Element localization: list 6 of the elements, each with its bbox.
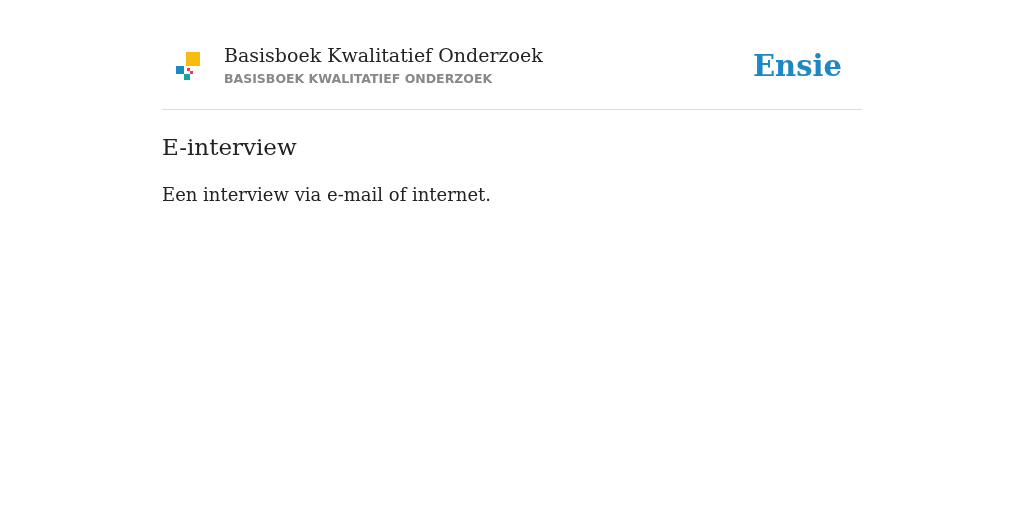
book-subtitle: BASISBOEK KWALITATIEF ONDERZOEK [224,69,494,88]
brand-logo[interactable]: Ensie [753,44,842,88]
book-title: Basisboek Kwalitatief Onderzoek [224,44,544,67]
entry-heading: E-interview [162,133,298,162]
logo-icon [176,51,200,81]
entry-definition: Een interview via e-mail of internet. [162,183,493,208]
